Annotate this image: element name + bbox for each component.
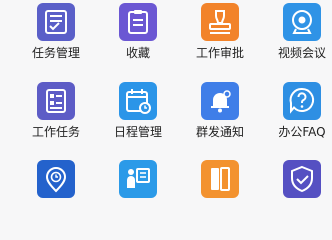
app-documents[interactable]: [180, 160, 260, 203]
app-work-tasks[interactable]: 工作任务: [16, 82, 96, 139]
presentation-icon: [119, 160, 157, 198]
app-label: 工作任务: [31, 125, 80, 139]
app-security[interactable]: [262, 160, 332, 203]
app-task-management[interactable]: 任务管理: [16, 3, 96, 60]
app-grid: 任务管理 收藏 工作审批 视频会议 工作任务 日程管理 群发通知 办公FAQ: [0, 0, 332, 204]
app-work-approval[interactable]: 工作审批: [180, 3, 260, 60]
app-video-meeting[interactable]: 视频会议: [262, 3, 332, 60]
bell-icon: [201, 82, 239, 120]
app-broadcast-notice[interactable]: 群发通知: [180, 82, 260, 139]
app-label: 任务管理: [31, 46, 80, 60]
app-favorites[interactable]: 收藏: [98, 3, 178, 60]
clipboard-icon: [119, 3, 157, 41]
task-form-icon: [37, 82, 75, 120]
task-list-icon: [37, 3, 75, 41]
app-label: 群发通知: [195, 125, 244, 139]
app-training[interactable]: [98, 160, 178, 203]
calendar-icon: [119, 82, 157, 120]
app-label: 工作审批: [195, 46, 244, 60]
question-icon: [283, 82, 321, 120]
shield-check-icon: [283, 160, 321, 198]
app-attendance[interactable]: [16, 160, 96, 203]
app-label: 办公FAQ: [278, 125, 326, 139]
app-label: 日程管理: [113, 125, 162, 139]
approval-stamp-icon: [201, 3, 239, 41]
location-clock-icon: [37, 160, 75, 198]
app-office-faq[interactable]: 办公FAQ: [262, 82, 332, 139]
document-icon: [201, 160, 239, 198]
webcam-icon: [283, 3, 321, 41]
app-label: 视频会议: [277, 46, 326, 60]
app-schedule-management[interactable]: 日程管理: [98, 82, 178, 139]
app-label: 收藏: [125, 46, 150, 60]
